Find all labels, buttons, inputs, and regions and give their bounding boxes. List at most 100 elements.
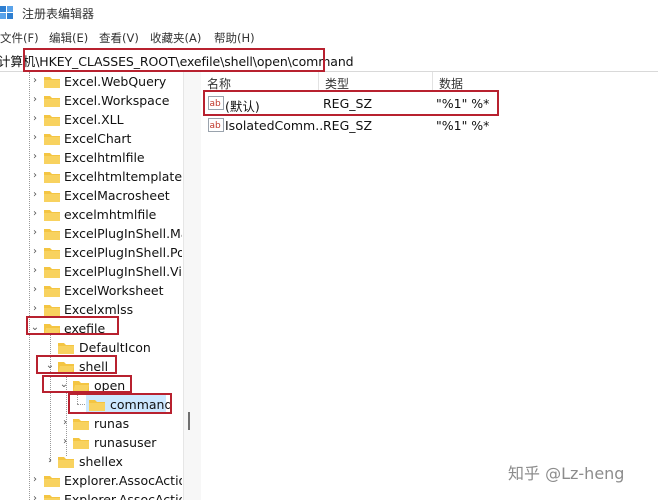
tree-item-label: exefile: [64, 321, 106, 336]
tree-item-excel-workspace[interactable]: › Excel.Workspace: [0, 91, 182, 110]
chevron-down-icon[interactable]: ⌄: [45, 360, 55, 372]
tree-item-label: open: [94, 378, 126, 393]
tree-item-label: ExcelPlugInShell.Map: [64, 226, 182, 241]
chevron-right-icon[interactable]: ›: [30, 132, 40, 144]
svg-text:ab: ab: [210, 99, 222, 109]
chevron-right-icon[interactable]: ›: [30, 246, 40, 258]
chevron-right-icon[interactable]: ›: [30, 189, 40, 201]
tree-item-runas[interactable]: › runas: [0, 414, 182, 433]
folder-icon: [89, 400, 105, 411]
tree-item-label: Excel.Workspace: [64, 93, 170, 108]
chevron-right-icon[interactable]: ›: [30, 493, 40, 500]
chevron-right-icon[interactable]: ›: [30, 113, 40, 125]
tree-item-excelpluginshell-visua[interactable]: › ExcelPlugInShell.Visua: [0, 262, 182, 281]
key-tree: › Excel.WebQuery › Excel.Workspace › Exc…: [0, 72, 182, 500]
folder-icon: [44, 229, 60, 240]
tree-item-label: Explorer.AssocAction: [64, 492, 182, 500]
value-name: IsolatedComm...: [225, 118, 328, 133]
value-row[interactable]: ab (默认) REG_SZ "%1" %*: [201, 93, 658, 114]
chevron-right-icon[interactable]: ›: [30, 151, 40, 163]
tree-item-label: shell: [79, 359, 109, 374]
tree-item-label: Explorer.AssocAction: [64, 473, 182, 488]
tree-item-label: runasuser: [94, 435, 157, 450]
tree-item-excelxmlss[interactable]: › Excelxmlss: [0, 300, 182, 319]
menu-bar: 文件(F) 编辑(E) 查看(V) 收藏夹(A) 帮助(H): [0, 29, 658, 47]
folder-icon: [44, 476, 60, 487]
tree-item-open[interactable]: ⌄ open: [0, 376, 182, 395]
tree-item-excelworksheet[interactable]: › ExcelWorksheet: [0, 281, 182, 300]
chevron-down-icon[interactable]: ⌄: [30, 322, 40, 334]
splitter-grip[interactable]: [188, 412, 190, 430]
address-path[interactable]: 计算机\HKEY_CLASSES_ROOT\exefile\shell\open…: [0, 51, 354, 70]
folder-icon: [58, 457, 74, 468]
string-value-icon: ab: [208, 118, 224, 132]
folder-icon: [44, 286, 60, 297]
chevron-right-icon[interactable]: ›: [30, 303, 40, 315]
column-header-data[interactable]: 数据: [433, 72, 553, 92]
chevron-right-icon[interactable]: ›: [45, 455, 55, 467]
chevron-right-icon[interactable]: ›: [30, 170, 40, 182]
tree-item-runasuser[interactable]: › runasuser: [0, 433, 182, 452]
chevron-right-icon[interactable]: ›: [30, 75, 40, 87]
menu-view[interactable]: 查看(V): [99, 30, 139, 46]
chevron-right-icon[interactable]: ›: [30, 94, 40, 106]
tree-item-excel-xll[interactable]: › Excel.XLL: [0, 110, 182, 129]
chevron-right-icon[interactable]: ›: [30, 474, 40, 486]
tree-item-label: Excelhtmlfile: [64, 150, 145, 165]
tree-item-label: ExcelPlugInShell.Powe: [64, 245, 182, 260]
chevron-right-icon[interactable]: ›: [30, 227, 40, 239]
folder-icon: [44, 153, 60, 164]
folder-icon: [58, 343, 74, 354]
chevron-right-icon[interactable]: ›: [30, 265, 40, 277]
tree-item-excelhtmlfile[interactable]: › Excelhtmlfile: [0, 148, 182, 167]
menu-file[interactable]: 文件(F): [0, 30, 39, 46]
tree-item-label: shellex: [79, 454, 123, 469]
column-header-type[interactable]: 类型: [319, 72, 433, 92]
folder-icon: [44, 248, 60, 259]
pane-splitter[interactable]: [183, 72, 202, 500]
tree-item-excelchart[interactable]: › ExcelChart: [0, 129, 182, 148]
chevron-down-icon[interactable]: ⌄: [59, 379, 69, 391]
folder-open-icon: [44, 324, 60, 335]
folder-icon: [44, 305, 60, 316]
tree-item-command[interactable]: command: [0, 395, 182, 414]
folder-icon: [44, 267, 60, 278]
tree-item-label: Excel.WebQuery: [64, 74, 167, 89]
tree-item-shell[interactable]: ⌄ shell: [0, 357, 182, 376]
window-title: 注册表编辑器: [22, 7, 95, 21]
menu-help[interactable]: 帮助(H): [214, 30, 255, 46]
folder-icon: [73, 419, 89, 430]
chevron-right-icon[interactable]: ›: [30, 284, 40, 296]
tree-item-shellex[interactable]: › shellex: [0, 452, 182, 471]
value-data: "%1" %*: [436, 96, 490, 111]
tree-item-label: Excel.XLL: [64, 112, 124, 127]
tree-item-excelhtmltemplate[interactable]: › Excelhtmltemplate: [0, 167, 182, 186]
chevron-right-icon[interactable]: ›: [60, 436, 70, 448]
folder-icon: [44, 115, 60, 126]
folder-icon: [44, 191, 60, 202]
column-header-name[interactable]: 名称: [201, 72, 319, 92]
tree-item-explorer-assocaction[interactable]: › Explorer.AssocAction: [0, 471, 182, 490]
value-row[interactable]: ab IsolatedComm... REG_SZ "%1" %*: [201, 115, 658, 135]
tree-item-label: DefaultIcon: [79, 340, 151, 355]
chevron-right-icon[interactable]: ›: [60, 417, 70, 429]
title-bar: 注册表编辑器: [0, 0, 658, 28]
watermark: 知乎 @Lz-heng: [508, 464, 625, 483]
menu-edit[interactable]: 编辑(E): [49, 30, 88, 46]
tree-item-defaulticon[interactable]: DefaultIcon: [0, 338, 182, 357]
tree-item-explorer-assocaction-2[interactable]: › Explorer.AssocAction: [0, 490, 182, 500]
menu-favorites[interactable]: 收藏夹(A): [150, 30, 201, 46]
tree-item-excelpluginshell-map[interactable]: › ExcelPlugInShell.Map: [0, 224, 182, 243]
tree-item-excelmhtmlfile[interactable]: › excelmhtmlfile: [0, 205, 182, 224]
tree-item-excelpluginshell-powe[interactable]: › ExcelPlugInShell.Powe: [0, 243, 182, 262]
address-bar[interactable]: 计算机\HKEY_CLASSES_ROOT\exefile\shell\open…: [0, 47, 658, 72]
folder-icon: [73, 438, 89, 449]
chevron-right-icon[interactable]: ›: [30, 208, 40, 220]
folder-open-icon: [58, 362, 74, 373]
string-value-icon: ab: [208, 96, 224, 110]
tree-item-excelmacrosheet[interactable]: › ExcelMacrosheet: [0, 186, 182, 205]
tree-item-exefile[interactable]: ⌄ exefile: [0, 319, 182, 338]
tree-item-excel-webquery[interactable]: › Excel.WebQuery: [0, 72, 182, 91]
tree-item-label: ExcelWorksheet: [64, 283, 164, 298]
svg-text:ab: ab: [210, 121, 222, 131]
